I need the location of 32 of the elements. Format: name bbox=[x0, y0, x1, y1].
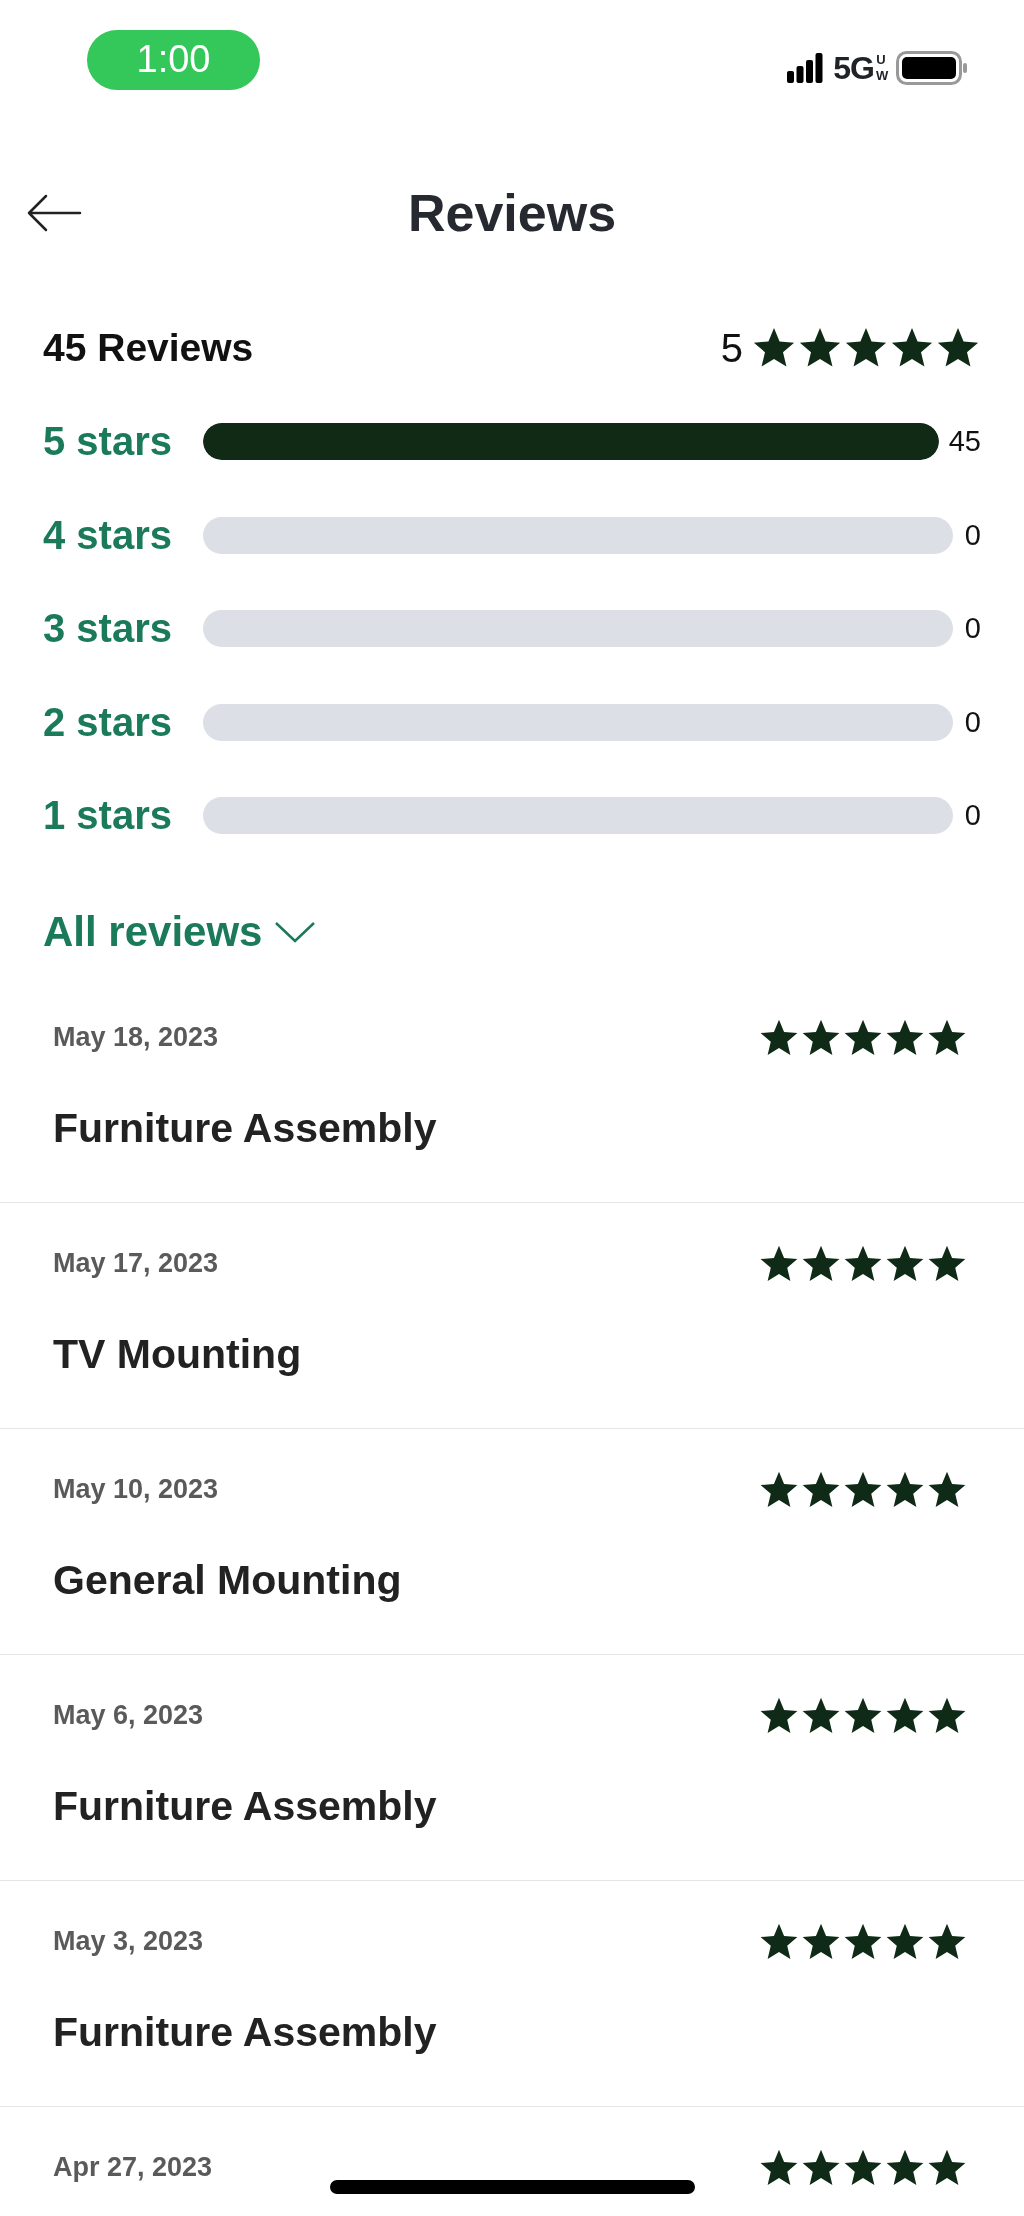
review-date: May 3, 2023 bbox=[53, 1926, 204, 1957]
rating-count: 45 bbox=[948, 425, 981, 459]
reviews-filter-dropdown[interactable]: All reviews bbox=[43, 901, 317, 962]
review-title: Furniture Assembly bbox=[53, 1103, 438, 1153]
review-date: May 6, 2023 bbox=[53, 1700, 204, 1731]
star-level-label: 2 stars bbox=[43, 699, 173, 745]
rating-count: 0 bbox=[963, 612, 981, 646]
star-level-label: 4 stars bbox=[43, 512, 173, 558]
review-title: Furniture Assembly bbox=[53, 1781, 438, 1831]
signal-icon bbox=[787, 53, 824, 83]
back-arrow-icon[interactable] bbox=[26, 193, 82, 233]
page-title: Reviews bbox=[407, 183, 617, 243]
star-level-label: 5 stars bbox=[43, 419, 173, 465]
network-label: 5G bbox=[833, 49, 874, 87]
review-date: May 18, 2023 bbox=[53, 1022, 219, 1053]
review-date: Apr 27, 2023 bbox=[53, 2152, 213, 2183]
network-band-label: UW bbox=[876, 51, 886, 85]
review-title: General Mounting bbox=[53, 1555, 403, 1605]
rating-count: 0 bbox=[963, 799, 981, 833]
battery-icon bbox=[896, 51, 968, 85]
review-date: May 17, 2023 bbox=[53, 1248, 219, 1279]
review-title: Furniture Assembly bbox=[53, 2007, 438, 2057]
star-level-label: 3 stars bbox=[43, 606, 173, 652]
review-count: 45 Reviews bbox=[43, 326, 254, 370]
rating-count: 0 bbox=[963, 518, 981, 552]
review-date: May 10, 2023 bbox=[53, 1474, 219, 1505]
status-time: 1:00 bbox=[87, 29, 260, 90]
rating-value: 5 bbox=[720, 325, 743, 371]
star-level-label: 1 stars bbox=[43, 793, 173, 839]
chevron-down-icon bbox=[274, 919, 317, 944]
rating-count: 0 bbox=[963, 705, 981, 739]
review-title: TV Mounting bbox=[53, 1329, 303, 1379]
